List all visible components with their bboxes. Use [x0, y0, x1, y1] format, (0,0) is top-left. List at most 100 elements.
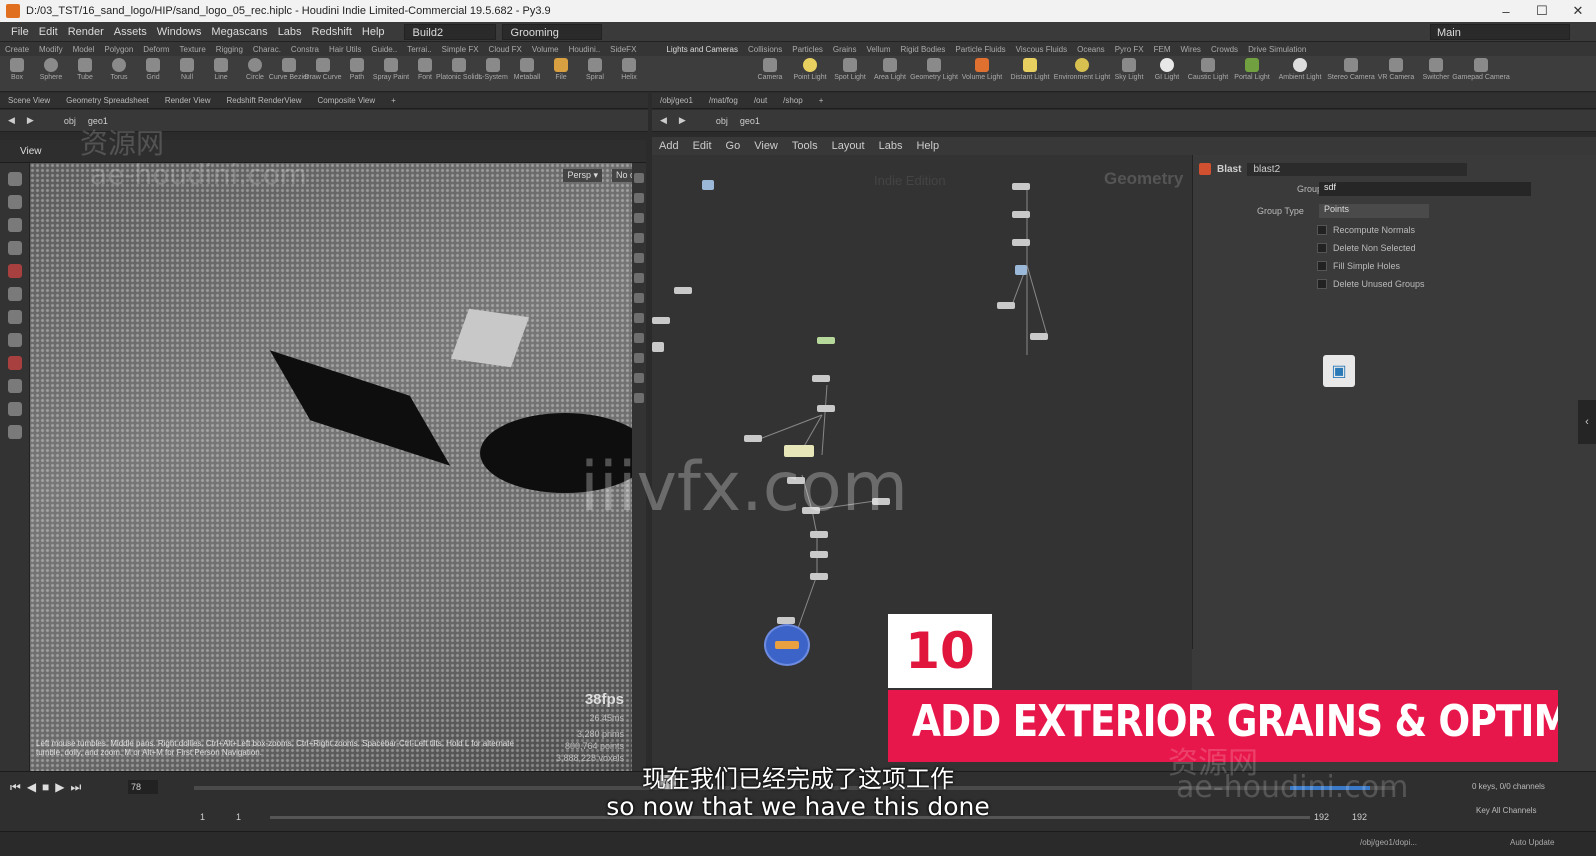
menu-edit[interactable]: Edit: [34, 26, 63, 38]
3d-viewport[interactable]: Persp ▾ No cam ▾ 38fps 26.45ms 3,280 pri…: [30, 163, 632, 771]
network-node[interactable]: [810, 531, 828, 538]
light-icon[interactable]: [634, 213, 644, 223]
network-node[interactable]: [812, 375, 830, 382]
shelf-tab[interactable]: Viscous Fluids: [1011, 45, 1072, 54]
tool-lsystem[interactable]: L-System: [476, 58, 510, 81]
tool-volume-light[interactable]: Volume Light: [958, 58, 1006, 81]
shelf-tab[interactable]: Houdini..: [564, 45, 606, 54]
shelf-tab[interactable]: Constra: [286, 45, 324, 54]
shelf-tab[interactable]: Guide..: [366, 45, 402, 54]
scale-tool-icon[interactable]: [7, 241, 22, 255]
tool-spiral[interactable]: Spiral: [578, 58, 612, 81]
network-node[interactable]: [1012, 239, 1030, 246]
camera-tool-icon[interactable]: [7, 425, 22, 439]
shelf-tab[interactable]: Volume: [527, 45, 564, 54]
tool-gi-light[interactable]: GI Light: [1148, 58, 1186, 81]
net-menu-layout[interactable]: Layout: [825, 140, 872, 152]
grid-display-icon[interactable]: [634, 293, 644, 303]
tool-gamepad-camera[interactable]: Gamepad Camera: [1452, 58, 1510, 81]
shelf-tab[interactable]: Hair Utils: [324, 45, 366, 54]
tool-spot-light[interactable]: Spot Light: [830, 58, 870, 81]
shelf-tab[interactable]: FEM: [1149, 45, 1176, 54]
tool-geometry-light[interactable]: Geometry Light: [910, 58, 958, 81]
shading-icon[interactable]: [634, 233, 644, 243]
network-node[interactable]: [997, 302, 1015, 309]
network-node[interactable]: [810, 551, 828, 558]
select-tool-icon[interactable]: [7, 172, 22, 186]
forward-arrow-icon[interactable]: ▶: [675, 115, 690, 126]
tool-caustic-light[interactable]: Caustic Light: [1186, 58, 1230, 81]
display-option-icon[interactable]: [634, 173, 644, 183]
shelf-tab[interactable]: Rigging: [211, 45, 248, 54]
group-type-select[interactable]: Points: [1319, 204, 1429, 218]
shelf-tab[interactable]: Polygon: [99, 45, 138, 54]
context-select[interactable]: Grooming: [501, 23, 602, 40]
cam-menu[interactable]: No cam ▾: [612, 169, 632, 182]
tool-curve-bezier[interactable]: Curve Bezier: [269, 58, 309, 81]
tool-helix[interactable]: Helix: [612, 58, 646, 81]
network-node[interactable]: [652, 342, 664, 352]
shelf-tab[interactable]: Rigid Bodies: [896, 45, 951, 54]
menu-megascans[interactable]: Megascans: [206, 26, 272, 38]
tool-spray-paint[interactable]: Spray Paint: [373, 58, 409, 81]
move-tool-icon[interactable]: [7, 195, 22, 209]
shelf-tab[interactable]: Crowds: [1206, 45, 1243, 54]
minimize-button[interactable]: –: [1488, 0, 1524, 22]
forward-arrow-icon[interactable]: ▶: [23, 115, 38, 126]
path-geo1[interactable]: geo1: [734, 116, 766, 126]
menu-assets[interactable]: Assets: [109, 26, 152, 38]
net-menu-view[interactable]: View: [747, 140, 785, 152]
fill-simple-holes-checkbox[interactable]: [1317, 261, 1327, 271]
network-node[interactable]: [810, 573, 828, 580]
tool-environment-light[interactable]: Environment Light: [1054, 58, 1110, 81]
points-display-icon[interactable]: [634, 313, 644, 323]
menu-windows[interactable]: Windows: [152, 26, 207, 38]
shelf-tab[interactable]: Modify: [34, 45, 68, 54]
ghost-icon[interactable]: [634, 253, 644, 263]
wireframe-icon[interactable]: [634, 353, 644, 363]
network-node[interactable]: [744, 435, 762, 442]
tool-ambient-light[interactable]: Ambient Light: [1274, 58, 1326, 81]
collapse-arrow-icon[interactable]: ‹: [1578, 400, 1596, 444]
net-menu-add[interactable]: Add: [652, 140, 686, 152]
main-select[interactable]: Main: [1430, 24, 1570, 40]
rotate-tool-icon[interactable]: [7, 218, 22, 232]
back-arrow-icon[interactable]: ◀: [652, 115, 675, 126]
menu-labs[interactable]: Labs: [273, 26, 307, 38]
menu-file[interactable]: File: [6, 26, 34, 38]
tool-switcher[interactable]: Switcher: [1416, 58, 1456, 81]
shelf-tab[interactable]: SideFX: [605, 45, 641, 54]
tool-camera[interactable]: Camera: [750, 58, 790, 81]
tab-obj-geo1[interactable]: /obj/geo1: [652, 96, 701, 105]
auto-update-menu[interactable]: Auto Update: [1510, 838, 1554, 847]
shelf-tab[interactable]: Vellum: [861, 45, 895, 54]
tool-sky-light[interactable]: Sky Light: [1110, 58, 1148, 81]
network-node[interactable]: [777, 617, 795, 624]
shelf-tab[interactable]: Lights and Cameras: [661, 45, 743, 54]
lock-icon[interactable]: [634, 193, 644, 203]
tool-area-light[interactable]: Area Light: [870, 58, 910, 81]
delete-non-selected-checkbox[interactable]: [1317, 243, 1327, 253]
add-tab-icon[interactable]: +: [811, 96, 832, 105]
menu-help[interactable]: Help: [357, 26, 390, 38]
menu-render[interactable]: Render: [63, 26, 109, 38]
network-node[interactable]: [674, 287, 692, 294]
desktop-select[interactable]: Build2: [403, 23, 496, 40]
shelf-tab[interactable]: Texture: [175, 45, 211, 54]
shelf-tab[interactable]: Cloud FX: [484, 45, 527, 54]
tab-redshift-renderview[interactable]: Redshift RenderView: [218, 96, 309, 105]
tool-file[interactable]: File: [544, 58, 578, 81]
tab-geometry-spreadsheet[interactable]: Geometry Spreadsheet: [58, 96, 157, 105]
path-obj[interactable]: obj: [58, 116, 82, 126]
tool-grid[interactable]: Grid: [136, 58, 170, 81]
tool-distant-light[interactable]: Distant Light: [1006, 58, 1054, 81]
tool-box[interactable]: Box: [0, 58, 34, 81]
network-node[interactable]: [1012, 211, 1030, 218]
network-node[interactable]: [652, 317, 670, 324]
tool-portal-light[interactable]: Portal Light: [1230, 58, 1274, 81]
shelf-tab[interactable]: Charac.: [248, 45, 286, 54]
view-label[interactable]: View: [0, 146, 42, 157]
network-node[interactable]: [1030, 333, 1048, 340]
tool-platonic[interactable]: Platonic Solids: [436, 58, 482, 81]
tab-mat-fog[interactable]: /mat/fog: [701, 96, 746, 105]
